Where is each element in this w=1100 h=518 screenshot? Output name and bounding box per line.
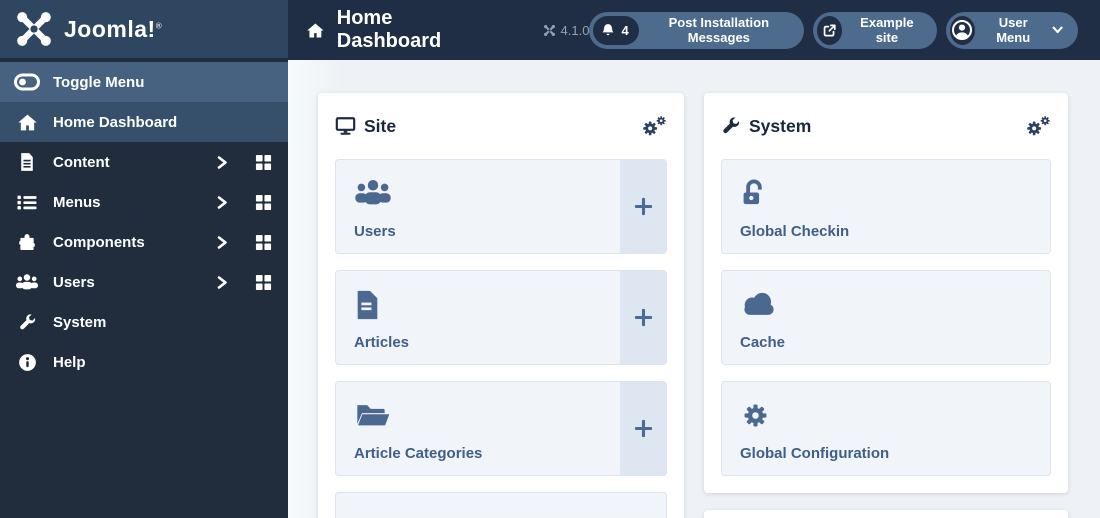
example-site-button[interactable]: Example site: [812, 11, 937, 49]
cogs-icon: [1027, 116, 1050, 136]
user-menu-button[interactable]: User Menu: [945, 11, 1078, 49]
sidebar-item-label: Users: [53, 273, 95, 291]
panel-site: Site Users Articles Article Categories: [318, 93, 684, 518]
sidebar-item-label: Home Dashboard: [53, 113, 178, 131]
sidebar-menu: Toggle Menu Home Dashboard Content Menus…: [0, 62, 288, 382]
tile-articles[interactable]: Articles: [335, 270, 667, 365]
home-icon: [307, 22, 324, 38]
sidebar-item-toggle-menu[interactable]: Toggle Menu: [0, 62, 288, 102]
panel-settings-button[interactable]: [1024, 114, 1051, 138]
wrench-icon: [723, 117, 740, 134]
toggle-icon: [14, 72, 40, 92]
panel-settings-button[interactable]: [640, 114, 667, 138]
main-content: Site Users Articles Article Categories S…: [288, 60, 1100, 518]
trademark: ®: [155, 20, 163, 30]
panel-title: System: [749, 115, 812, 136]
add-article-button[interactable]: [620, 271, 666, 364]
sidebar-item-label: Toggle Menu: [53, 73, 145, 91]
add-icon: [634, 308, 652, 327]
tile-users[interactable]: Users: [335, 159, 667, 254]
folder-open-icon: [354, 400, 390, 429]
tile-label: Global Checkin: [740, 223, 850, 240]
sidebar-item-content[interactable]: Content: [0, 142, 288, 182]
tile-cache[interactable]: Cache: [721, 270, 1051, 365]
dashboard-grid-icon[interactable]: [255, 234, 272, 251]
dashboard-grid-icon[interactable]: [255, 194, 272, 211]
users-icon: [354, 178, 392, 207]
joomla-logo-icon: [17, 12, 51, 46]
user-menu-label: User Menu: [996, 15, 1031, 45]
panel-partial: [704, 510, 1068, 518]
tile-article-categories[interactable]: Article Categories: [335, 381, 667, 476]
sidebar: Joomla!® Toggle Menu Home Dashboard Cont: [0, 0, 288, 518]
tile-label: Cache: [740, 334, 786, 351]
header-bar: Home Dashboard 4.1.0 4 Post Installation…: [288, 0, 1100, 60]
sidebar-item-label: Components: [53, 233, 145, 251]
sidebar-item-label: Help: [53, 353, 86, 371]
sidebar-item-menus[interactable]: Menus: [0, 182, 288, 222]
post-installation-messages-button[interactable]: 4 Post Installation Messages: [589, 11, 804, 49]
post-installation-messages-label: Post Installation Messages: [668, 15, 770, 45]
tile-global-checkin[interactable]: Global Checkin: [721, 159, 1051, 254]
file-icon: [14, 152, 40, 172]
add-category-button[interactable]: [620, 382, 666, 475]
version-indicator: 4.1.0: [543, 22, 590, 38]
users-icon: [14, 273, 40, 291]
notification-count: 4: [621, 22, 629, 38]
chevron-right-icon[interactable]: [216, 195, 228, 210]
sidebar-item-help[interactable]: Help: [0, 342, 288, 382]
sidebar-item-label: Menus: [53, 193, 101, 211]
tile-label: Users: [354, 223, 396, 240]
example-site-label: Example site: [860, 15, 914, 45]
puzzle-icon: [14, 233, 40, 252]
dashboard-grid-icon[interactable]: [255, 154, 272, 171]
add-users-button[interactable]: [620, 160, 666, 253]
desktop-icon: [335, 116, 356, 135]
bell-icon: [602, 24, 614, 36]
tile-label: Article Categories: [354, 445, 483, 462]
cogs-icon: [643, 116, 666, 136]
unlock-icon: [740, 178, 771, 207]
page-title: Home Dashboard: [336, 7, 442, 52]
sidebar-item-home-dashboard[interactable]: Home Dashboard: [0, 102, 288, 142]
home-icon: [14, 113, 40, 132]
chevron-down-icon: [1052, 26, 1063, 34]
sidebar-item-system[interactable]: System: [0, 302, 288, 342]
gear-icon: [740, 400, 771, 431]
sidebar-item-components[interactable]: Components: [0, 222, 288, 262]
brand-name: Joomla!®: [64, 15, 163, 42]
wrench-icon: [14, 313, 40, 332]
tile-partial[interactable]: [335, 492, 667, 518]
user-avatar-icon: [949, 15, 975, 45]
tile-global-configuration[interactable]: Global Configuration: [721, 381, 1051, 476]
notification-badge: 4: [593, 15, 639, 45]
sidebar-item-label: System: [53, 313, 107, 331]
tile-label: Global Configuration: [740, 445, 890, 462]
sidebar-item-users[interactable]: Users: [0, 262, 288, 302]
chevron-right-icon[interactable]: [216, 155, 228, 170]
brand-logo[interactable]: Joomla!®: [0, 0, 288, 58]
list-icon: [14, 194, 40, 211]
sidebar-item-label: Content: [53, 153, 110, 171]
cloud-icon: [740, 289, 778, 317]
chevron-right-icon[interactable]: [216, 275, 228, 290]
joomla-admin-app: Joomla!® Toggle Menu Home Dashboard Cont: [0, 0, 1100, 518]
tile-label: Articles: [354, 334, 410, 351]
add-icon: [634, 419, 652, 438]
panel-system: System Global Checkin Cache Global Confi…: [704, 93, 1068, 493]
panel-title: Site: [364, 115, 397, 136]
add-icon: [634, 197, 652, 216]
article-icon: [354, 289, 381, 321]
dashboard-grid-icon[interactable]: [255, 274, 272, 291]
joomla-mini-icon: [543, 24, 555, 36]
version-text: 4.1.0: [560, 22, 590, 38]
info-icon: [14, 353, 40, 372]
external-link-icon: [816, 15, 843, 45]
chevron-right-icon[interactable]: [216, 235, 228, 250]
